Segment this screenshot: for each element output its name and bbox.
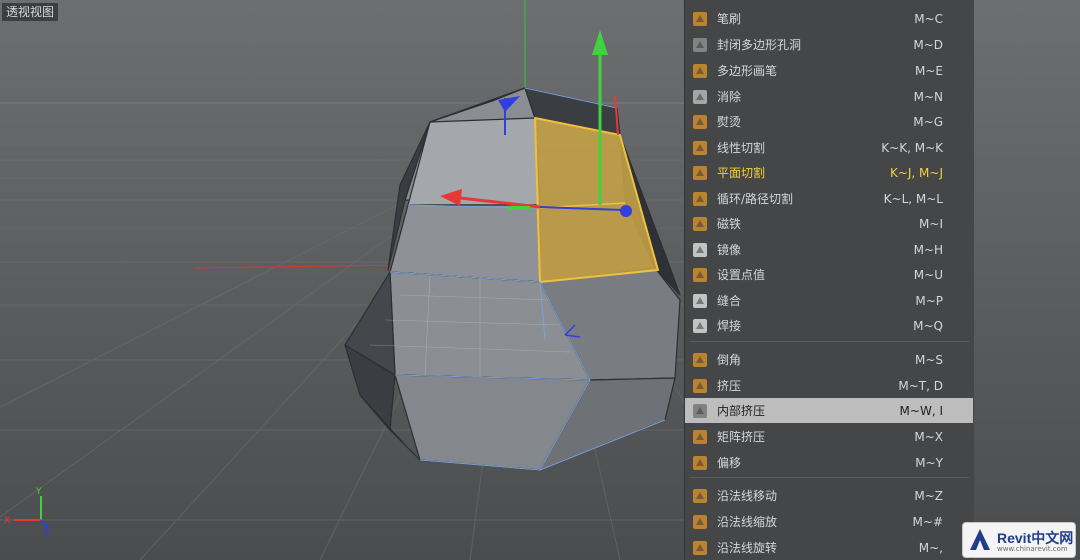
normal-scale-icon <box>689 511 711 533</box>
menu-item[interactable]: 磁铁 M~I <box>685 211 973 236</box>
menu-item[interactable]: 平面切割 K~J, M~J <box>685 160 973 185</box>
close-hole-icon <box>689 34 711 56</box>
menu-item-shortcut: M~, <box>918 540 943 555</box>
menu-item[interactable]: 笔刷 M~C <box>685 6 973 31</box>
menu-item-shortcut: M~H <box>913 242 943 257</box>
menu-item-shortcut: M~X <box>914 429 943 444</box>
menu-item-shortcut: M~P <box>915 293 943 308</box>
loop-cut-icon <box>689 188 711 210</box>
menu-item-label: 缝合 <box>717 294 742 308</box>
menu-item-shortcut: M~I <box>919 216 943 231</box>
menu-item-shortcut: M~U <box>913 267 943 282</box>
menu-item-label: 线性切割 <box>717 141 766 155</box>
menu-item[interactable]: 镜像 M~H <box>685 237 973 262</box>
stitch-icon <box>689 290 711 312</box>
menu-item[interactable]: 偏移 M~Y <box>685 450 973 475</box>
set-point-icon <box>689 264 711 286</box>
menu-item[interactable]: 多边形画笔 M~E <box>685 58 973 83</box>
menu-item-label: 镜像 <box>717 243 742 257</box>
menu-item[interactable]: 内部挤压 M~W, I <box>685 398 973 423</box>
revit-logo-icon <box>970 529 990 550</box>
plane-cut-icon <box>689 162 711 184</box>
menu-item[interactable]: 消除 M~N <box>685 84 973 109</box>
menu-item-label: 矩阵挤压 <box>717 430 766 444</box>
menu-item-label: 焊接 <box>717 319 742 333</box>
menu-item-shortcut: M~# <box>912 514 943 529</box>
menu-item[interactable]: 缝合 M~P <box>685 288 973 313</box>
menu-item-shortcut: M~Z <box>914 488 943 503</box>
menu-item-shortcut: K~J, M~J <box>889 165 943 180</box>
polygon-pen-icon <box>689 60 711 82</box>
menu-item-shortcut: M~W, I <box>899 403 943 418</box>
menu-item-label: 循环/路径切割 <box>717 192 794 206</box>
menu-item[interactable]: 熨烫 M~G <box>685 109 973 134</box>
menu-item-label: 偏移 <box>717 456 742 470</box>
menu-item-label: 多边形画笔 <box>717 64 778 78</box>
menu-item-shortcut: M~E <box>915 63 943 78</box>
menu-item[interactable]: 矩阵挤压 M~X <box>685 424 973 449</box>
menu-item[interactable]: 线性切割 K~K, M~K <box>685 135 973 160</box>
menu-item-label: 磁铁 <box>717 217 742 231</box>
menu-separator <box>689 341 969 342</box>
menu-item-label: 设置点值 <box>717 268 766 282</box>
watermark-url: www.chinarevit.com <box>997 545 1068 553</box>
iron-icon <box>689 111 711 133</box>
menu-item[interactable]: 沿法线旋转 M~, <box>685 535 973 560</box>
menu-item[interactable]: 设置点值 M~U <box>685 262 973 287</box>
menu-item-shortcut: M~D <box>913 37 943 52</box>
corner-axis-z-label: Z <box>44 528 50 538</box>
menu-item-label: 笔刷 <box>717 12 742 26</box>
menu-item-label: 沿法线移动 <box>717 489 778 503</box>
menu-item[interactable]: 倒角 M~S <box>685 347 973 372</box>
menu-item-label: 消除 <box>717 90 742 104</box>
dissolve-icon <box>689 86 711 108</box>
menu-item-label: 熨烫 <box>717 115 742 129</box>
normal-move-icon <box>689 485 711 507</box>
context-menu[interactable]: 笔刷 M~C 封闭多边形孔洞 M~D 多边形画笔 M~E 消除 M~N 熨烫 M~G 线性切割 K~K… <box>684 0 974 560</box>
line-cut-icon <box>689 137 711 159</box>
menu-item-shortcut: K~L, M~L <box>883 191 943 206</box>
mirror-icon <box>689 239 711 261</box>
menu-item-shortcut: M~S <box>914 352 943 367</box>
menu-item-label: 沿法线旋转 <box>717 541 778 555</box>
menu-item[interactable]: 沿法线缩放 M~# <box>685 509 973 534</box>
menu-item[interactable]: 挤压 M~T, D <box>685 373 973 398</box>
menu-item[interactable]: 循环/路径切割 K~L, M~L <box>685 186 973 211</box>
menu-separator <box>689 477 969 478</box>
menu-item-label: 平面切割 <box>717 166 766 180</box>
offset-icon <box>689 452 711 474</box>
bevel-icon <box>689 349 711 371</box>
menu-item-label: 挤压 <box>717 379 742 393</box>
viewport-label: 透视视图 <box>2 3 59 21</box>
extrude-inner-icon <box>689 400 711 422</box>
brush-icon <box>689 8 711 30</box>
menu-item-shortcut: K~K, M~K <box>881 140 943 155</box>
menu-item-label: 倒角 <box>717 353 742 367</box>
corner-axis-x-label: X <box>4 516 10 526</box>
menu-item-label: 内部挤压 <box>717 404 766 418</box>
gizmo-z-handle-icon[interactable] <box>620 205 632 217</box>
menu-item-label: 封闭多边形孔洞 <box>717 38 802 52</box>
watermark-logo: Revit中文网 www.chinarevit.com <box>962 522 1076 558</box>
menu-item-shortcut: M~N <box>913 89 943 104</box>
menu-item[interactable]: 封闭多边形孔洞 M~D <box>685 32 973 57</box>
menu-item-shortcut: M~G <box>913 114 943 129</box>
menu-item-shortcut: M~Y <box>915 455 943 470</box>
menu-item[interactable]: 沿法线移动 M~Z <box>685 483 973 508</box>
menu-item-shortcut: M~Q <box>913 318 943 333</box>
extrude-icon <box>689 375 711 397</box>
normal-rotate-icon <box>689 537 711 559</box>
menu-item[interactable]: 焊接 M~Q <box>685 313 973 338</box>
magnet-icon <box>689 213 711 235</box>
corner-axis-y-label: Y <box>35 487 42 497</box>
matrix-extrude-icon <box>689 426 711 448</box>
menu-item-label: 沿法线缩放 <box>717 515 778 529</box>
menu-item-shortcut: M~C <box>914 11 943 26</box>
weld-icon <box>689 315 711 337</box>
menu-item-shortcut: M~T, D <box>898 378 943 393</box>
